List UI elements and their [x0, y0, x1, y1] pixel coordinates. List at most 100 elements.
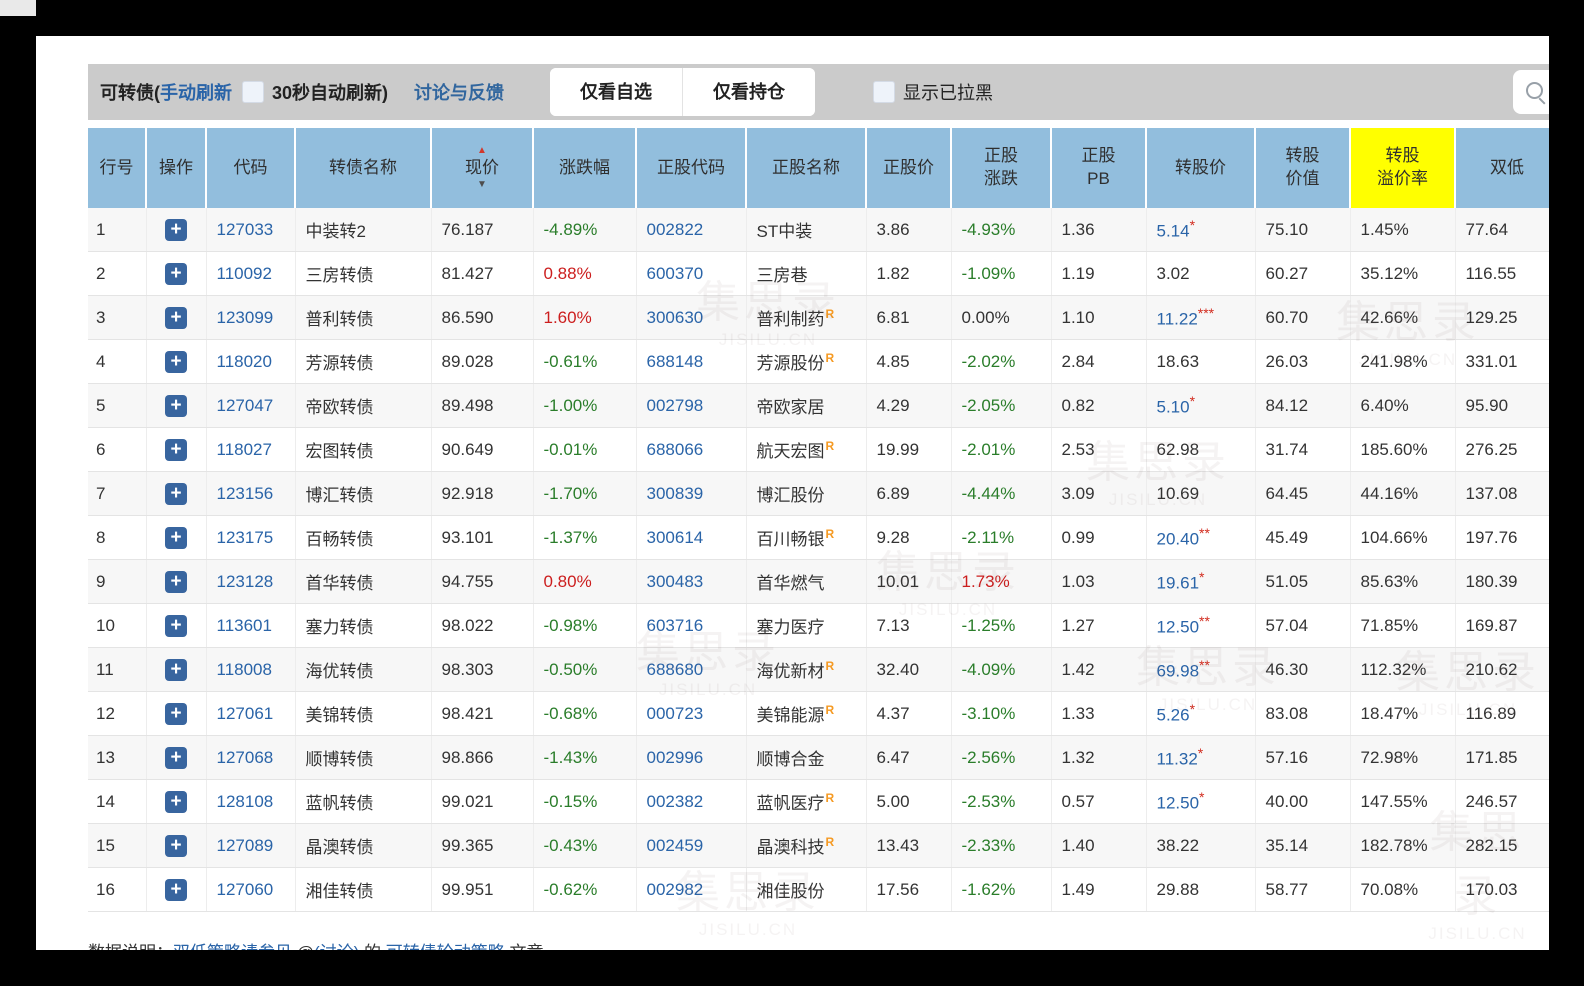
- cell-code[interactable]: 127047: [206, 383, 296, 428]
- cell-scode[interactable]: 688148: [636, 339, 747, 384]
- add-to-watchlist-button[interactable]: +: [146, 867, 207, 912]
- note-link[interactable]: (讨论): [314, 943, 359, 950]
- col-header-sname[interactable]: 正股名称: [746, 128, 867, 208]
- cell-code[interactable]: 123175: [206, 515, 296, 560]
- bond-code-link[interactable]: 127033: [217, 220, 274, 239]
- add-to-watchlist-button[interactable]: +: [146, 427, 207, 472]
- bond-code-link[interactable]: 118020: [217, 352, 272, 371]
- col-header-op[interactable]: 操作: [146, 128, 207, 208]
- cell-scode[interactable]: 300839: [636, 471, 747, 516]
- bond-code-link[interactable]: 127047: [217, 396, 274, 415]
- col-header-dlow[interactable]: 双低: [1455, 128, 1549, 208]
- cell-code[interactable]: 127068: [206, 735, 296, 780]
- cell-scode[interactable]: 002982: [636, 867, 747, 912]
- stock-code-link[interactable]: 300614: [647, 528, 704, 547]
- bond-code-link[interactable]: 110092: [217, 264, 272, 283]
- col-header-cprice[interactable]: 转股价: [1146, 128, 1256, 208]
- cell-cprice[interactable]: 5.26*: [1146, 691, 1256, 736]
- cell-scode[interactable]: 300614: [636, 515, 747, 560]
- col-header-sprice[interactable]: 正股价: [866, 128, 952, 208]
- cell-scode[interactable]: 002798: [636, 383, 747, 428]
- cell-cprice[interactable]: 5.10*: [1146, 383, 1256, 428]
- add-to-watchlist-button[interactable]: +: [146, 691, 207, 736]
- add-to-watchlist-button[interactable]: +: [146, 471, 207, 516]
- conversion-price[interactable]: 5.26: [1157, 706, 1190, 725]
- plus-icon[interactable]: +: [165, 394, 187, 417]
- col-header-price[interactable]: ▲ 现价 ▼: [431, 128, 534, 208]
- stock-code-link[interactable]: 600370: [647, 264, 704, 283]
- plus-icon[interactable]: +: [165, 526, 187, 549]
- cell-scode[interactable]: 300630: [636, 295, 747, 340]
- sort-asc-icon[interactable]: ▲: [477, 145, 487, 156]
- stock-code-link[interactable]: 300630: [647, 308, 704, 327]
- bond-code-link[interactable]: 113601: [217, 616, 272, 635]
- cell-scode[interactable]: 600370: [636, 251, 747, 296]
- bond-code-link[interactable]: 118027: [217, 440, 272, 459]
- col-header-name[interactable]: 转债名称: [295, 128, 432, 208]
- cell-code[interactable]: 123156: [206, 471, 296, 516]
- bond-code-link[interactable]: 127089: [217, 836, 274, 855]
- cell-scode[interactable]: 300483: [636, 559, 747, 604]
- cell-code[interactable]: 118008: [206, 647, 296, 692]
- conversion-price[interactable]: 19.61: [1157, 574, 1200, 593]
- cell-scode[interactable]: 688680: [636, 647, 747, 692]
- conversion-price[interactable]: 12.50: [1157, 794, 1200, 813]
- cell-scode[interactable]: 688066: [636, 427, 747, 472]
- stock-code-link[interactable]: 688680: [647, 660, 704, 679]
- cell-code[interactable]: 128108: [206, 779, 296, 824]
- stock-code-link[interactable]: 002822: [647, 220, 704, 239]
- bond-code-link[interactable]: 118008: [217, 660, 272, 679]
- feedback-link[interactable]: 讨论与反馈: [414, 79, 504, 105]
- search-box[interactable]: [1513, 70, 1549, 114]
- stock-code-link[interactable]: 002382: [647, 792, 704, 811]
- bond-code-link[interactable]: 123156: [217, 484, 274, 503]
- cell-cprice[interactable]: 69.98**: [1146, 647, 1256, 692]
- plus-icon[interactable]: +: [165, 306, 187, 329]
- col-header-pb[interactable]: 正股 PB: [1051, 128, 1147, 208]
- plus-icon[interactable]: +: [165, 878, 187, 901]
- cell-code[interactable]: 118027: [206, 427, 296, 472]
- plus-icon[interactable]: +: [165, 218, 187, 241]
- stock-code-link[interactable]: 002459: [647, 836, 704, 855]
- cell-cprice[interactable]: 20.40**: [1146, 515, 1256, 560]
- cell-scode[interactable]: 000723: [636, 691, 747, 736]
- cell-code[interactable]: 127061: [206, 691, 296, 736]
- plus-icon[interactable]: +: [165, 482, 187, 505]
- plus-icon[interactable]: +: [165, 746, 187, 769]
- bond-code-link[interactable]: 127060: [217, 880, 274, 899]
- bond-code-link[interactable]: 127061: [217, 704, 274, 723]
- plus-icon[interactable]: +: [165, 438, 187, 461]
- conversion-price[interactable]: 12.50: [1157, 618, 1200, 637]
- stock-code-link[interactable]: 300483: [647, 572, 704, 591]
- bond-code-link[interactable]: 123128: [217, 572, 274, 591]
- cell-cprice[interactable]: 19.61*: [1146, 559, 1256, 604]
- add-to-watchlist-button[interactable]: +: [146, 779, 207, 824]
- col-header-num[interactable]: 行号: [88, 128, 147, 208]
- watchlist-only-button[interactable]: 仅看自选: [550, 68, 683, 116]
- cell-cprice[interactable]: 12.50*: [1146, 779, 1256, 824]
- conversion-price[interactable]: 11.32: [1157, 750, 1198, 769]
- conversion-price[interactable]: 20.40: [1157, 530, 1200, 549]
- plus-icon[interactable]: +: [165, 658, 187, 681]
- stock-code-link[interactable]: 000723: [647, 704, 704, 723]
- add-to-watchlist-button[interactable]: +: [146, 383, 207, 428]
- cell-scode[interactable]: 603716: [636, 603, 747, 648]
- add-to-watchlist-button[interactable]: +: [146, 823, 207, 868]
- add-to-watchlist-button[interactable]: +: [146, 515, 207, 560]
- plus-icon[interactable]: +: [165, 790, 187, 813]
- add-to-watchlist-button[interactable]: +: [146, 295, 207, 340]
- plus-icon[interactable]: +: [165, 834, 187, 857]
- conversion-price[interactable]: 11.22: [1157, 310, 1198, 329]
- cell-code[interactable]: 127089: [206, 823, 296, 868]
- stock-code-link[interactable]: 002996: [647, 748, 704, 767]
- note-link[interactable]: 双低策略请参见: [173, 943, 292, 950]
- holdings-only-button[interactable]: 仅看持仓: [682, 68, 816, 116]
- cell-code[interactable]: 113601: [206, 603, 296, 648]
- sort-desc-icon[interactable]: ▼: [477, 180, 487, 190]
- add-to-watchlist-button[interactable]: +: [146, 735, 207, 780]
- plus-icon[interactable]: +: [165, 570, 187, 593]
- cell-code[interactable]: 127060: [206, 867, 296, 912]
- add-to-watchlist-button[interactable]: +: [146, 339, 207, 384]
- add-to-watchlist-button[interactable]: +: [146, 647, 207, 692]
- add-to-watchlist-button[interactable]: +: [146, 603, 207, 648]
